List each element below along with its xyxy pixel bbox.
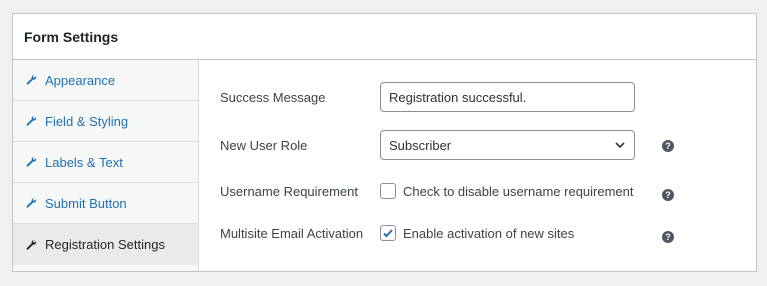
username-requirement-option: Check to disable username requirement [380,183,660,199]
wrench-icon [25,74,37,86]
checkmark-icon [383,229,393,238]
multisite-activation-checkbox[interactable] [380,225,396,241]
help-icon[interactable]: ? [662,231,674,243]
form-settings-panel: Form Settings Appearance Field & Styling… [12,13,757,272]
username-requirement-label: Username Requirement [220,183,359,199]
new-user-role-select[interactable]: Subscriber [380,130,635,160]
new-user-role-label: New User Role [220,137,308,153]
success-message-row: Success Message [220,82,756,112]
sidebar-item-label: Labels & Text [45,154,123,170]
sidebar-item-registration-settings[interactable]: Registration Settings [13,224,198,265]
sidebar-item-label: Submit Button [45,195,127,211]
help-icon[interactable]: ? [662,140,674,152]
multisite-activation-option: Enable activation of new sites [380,225,660,241]
sidebar-item-appearance[interactable]: Appearance [13,60,198,101]
chevron-down-icon [614,139,626,151]
help-icon[interactable]: ? [662,189,674,201]
new-user-role-row: New User Role Subscriber [220,130,756,160]
settings-content: Success Message New User Role Subscriber… [199,60,756,271]
multisite-activation-label: Multisite Email Activation [220,225,364,241]
panel-header: Form Settings [13,14,756,60]
wrench-icon [25,197,37,209]
settings-sidebar: Appearance Field & Styling Labels & Text… [13,60,199,271]
sidebar-item-label: Field & Styling [45,113,129,129]
success-message-input[interactable] [380,82,635,112]
username-requirement-row: Username Requirement Check to disable us… [220,176,756,206]
sidebar-item-submit-button[interactable]: Submit Button [13,183,198,224]
multisite-activation-checkbox-label: Enable activation of new sites [403,225,575,241]
wrench-icon [25,239,37,251]
sidebar-item-labels-text[interactable]: Labels & Text [13,142,198,183]
success-message-label: Success Message [220,89,326,105]
sidebar-item-label: Appearance [45,72,116,88]
wrench-icon [25,115,37,127]
multisite-activation-row: Multisite Email Activation Enable activa… [220,218,756,248]
username-requirement-checkbox[interactable] [380,183,396,199]
wrench-icon [25,156,37,168]
select-value: Subscriber [389,137,452,153]
panel-body: Appearance Field & Styling Labels & Text… [13,60,756,271]
username-requirement-checkbox-label: Check to disable username requirement [403,183,634,199]
sidebar-item-label: Registration Settings [45,237,165,252]
sidebar-item-field-styling[interactable]: Field & Styling [13,101,198,142]
panel-title: Form Settings [24,28,119,45]
